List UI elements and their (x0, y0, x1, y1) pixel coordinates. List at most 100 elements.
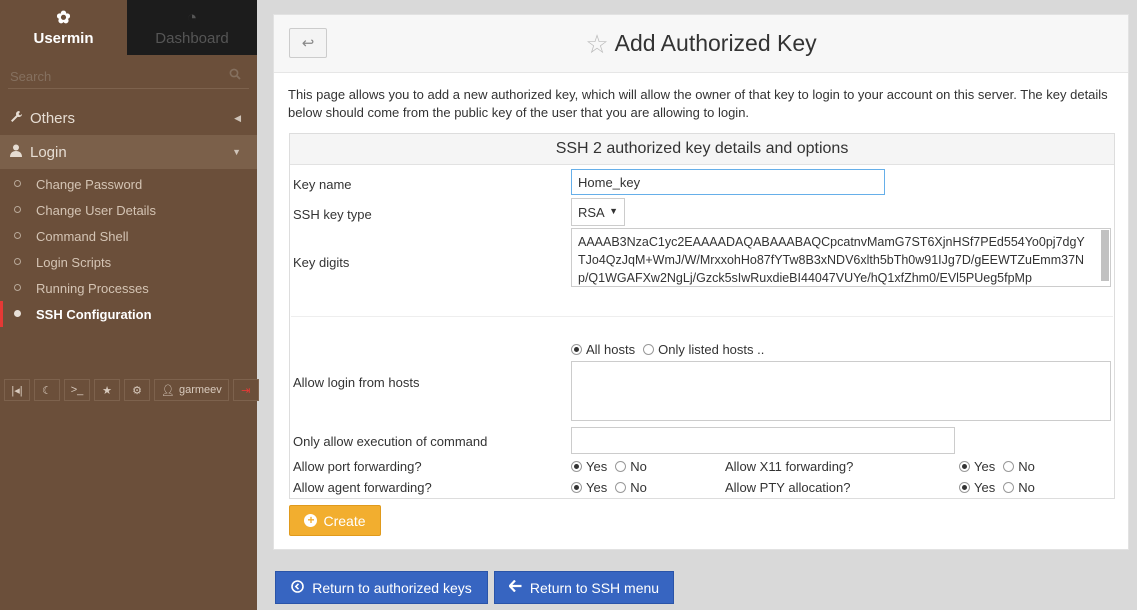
dropdown-arrow-icon: ▼ (609, 206, 618, 216)
arrow-left-icon (508, 579, 522, 595)
divider (291, 316, 1113, 317)
collapse-sidebar-button[interactable]: |◂| (4, 379, 30, 401)
sidebar-item-change-password[interactable]: Change Password (0, 171, 257, 197)
tab-usermin[interactable]: ✿ Usermin (0, 0, 127, 55)
sidebar-item-label: SSH Configuration (36, 306, 152, 322)
sidebar: ✿ Usermin ◔ Dashboard Others ◀ Login ▼ C… (0, 0, 259, 610)
caret-left-icon: ◀ (234, 112, 241, 123)
agent-forwarding-label: Allow agent forwarding? (293, 480, 432, 495)
port-forwarding-label: Allow port forwarding? (293, 459, 422, 474)
x11-forwarding-yes[interactable]: Yes (959, 459, 995, 474)
x11-forwarding-label: Allow X11 forwarding? (725, 459, 854, 474)
command-input[interactable] (571, 427, 955, 454)
sidebar-item-change-user-details[interactable]: Change User Details (0, 197, 257, 223)
sidebar-item-label: Change Password (36, 176, 143, 192)
hosts-textarea[interactable] (571, 361, 1111, 421)
return-to-ssh-menu-button[interactable]: Return to SSH menu (494, 571, 674, 604)
user-icon: 👤︎ (161, 384, 175, 397)
gears-icon: ⚙ (132, 384, 142, 397)
intro-text: This page allows you to add a new author… (288, 87, 1108, 120)
logout-button[interactable]: ⇥ (232, 379, 259, 401)
username: garmeev (178, 384, 222, 396)
sidebar-section-label: Others (30, 109, 76, 127)
dashboard-icon: ◔ (186, 7, 198, 27)
search-input[interactable] (8, 65, 249, 87)
user-icon (10, 144, 30, 160)
search-icon[interactable] (229, 68, 241, 83)
agent-forwarding-yes[interactable]: Yes (571, 480, 607, 495)
collapse-icon: |◂| (11, 384, 23, 397)
night-mode-button[interactable]: ☾ (34, 379, 60, 401)
sidebar-section-label: Login (30, 143, 67, 161)
main-panel: ↩ ☆ Add Authorized Key This page allows y… (273, 14, 1129, 550)
sidebar-section-login[interactable]: Login ▼ (0, 135, 257, 169)
settings-button[interactable]: ⚙ (124, 379, 150, 401)
pty-allocation-label: Allow PTY allocation? (725, 480, 851, 495)
sidebar-item-login-scripts[interactable]: Login Scripts (0, 249, 257, 275)
return-to-authorized-keys-button[interactable]: Return to authorized keys (275, 571, 488, 604)
bullet-icon (14, 310, 21, 317)
create-button[interactable]: + Create (289, 505, 381, 536)
page-title: ☆ Add Authorized Key (274, 29, 1128, 60)
sidebar-item-label: Login Scripts (36, 254, 112, 270)
sidebar-item-running-processes[interactable]: Running Processes (0, 275, 257, 301)
bullet-icon (14, 232, 21, 239)
radio-all-hosts[interactable]: All hosts (571, 342, 635, 357)
sidebar-item-label: Command Shell (36, 228, 129, 244)
sidebar-item-ssh-configuration[interactable]: SSH Configuration (0, 301, 257, 327)
key-name-input[interactable]: Home_key (571, 169, 885, 195)
key-digits-textarea[interactable]: AAAAB3NzaC1yc2EAAAADAQABAAABAQCpcatnvMam… (571, 228, 1111, 287)
bullet-icon (14, 258, 21, 265)
terminal-icon: >_ (70, 384, 84, 396)
moon-icon: ☾ (42, 384, 52, 397)
user-button[interactable]: 👤︎ garmeev (154, 379, 229, 401)
usermin-logo-icon: ✿ (56, 7, 71, 27)
sidebar-search (8, 65, 249, 89)
x11-forwarding-radios: Yes No (959, 459, 1035, 474)
tab-usermin-label: Usermin (33, 29, 94, 47)
return-to-authorized-keys-label: Return to authorized keys (312, 579, 472, 596)
wrench-icon (10, 110, 30, 126)
panel-header: ↩ ☆ Add Authorized Key (274, 15, 1128, 73)
sidebar-tabs: ✿ Usermin ◔ Dashboard (0, 0, 257, 55)
terminal-button[interactable]: >_ (64, 379, 90, 401)
agent-forwarding-no[interactable]: No (615, 480, 647, 495)
hosts-radio-group: All hosts Only listed hosts .. (571, 342, 764, 357)
key-type-value: RSA (578, 205, 605, 220)
star-icon[interactable]: ☆ (585, 29, 608, 59)
bullet-icon (14, 206, 21, 213)
caret-down-icon: ▼ (232, 147, 241, 157)
star-icon: ★ (102, 384, 112, 397)
agent-forwarding-radios: Yes No (571, 480, 647, 495)
sidebar-item-label: Running Processes (36, 280, 149, 296)
bullet-icon (14, 284, 21, 291)
port-forwarding-no[interactable]: No (615, 459, 647, 474)
command-label: Only allow execution of command (293, 434, 488, 449)
key-name-label: Key name (293, 177, 352, 192)
form-heading: SSH 2 authorized key details and options (290, 134, 1114, 165)
return-to-ssh-menu-label: Return to SSH menu (529, 579, 660, 596)
port-forwarding-radios: Yes No (571, 459, 647, 474)
tab-dashboard[interactable]: ◔ Dashboard (127, 0, 257, 55)
port-forwarding-yes[interactable]: Yes (571, 459, 607, 474)
radio-only-listed-hosts[interactable]: Only listed hosts .. (643, 342, 764, 357)
key-details-form: SSH 2 authorized key details and options… (289, 133, 1115, 499)
scrollbar[interactable] (1101, 230, 1109, 281)
hosts-label: Allow login from hosts (293, 375, 420, 390)
favorites-button[interactable]: ★ (94, 379, 120, 401)
sidebar-item-label: Change User Details (36, 202, 156, 218)
bullet-icon (14, 180, 21, 187)
pty-allocation-radios: Yes No (959, 480, 1035, 495)
key-type-select[interactable]: RSA ▼ (571, 198, 625, 226)
page-title-text: Add Authorized Key (614, 30, 817, 56)
tab-dashboard-label: Dashboard (155, 29, 229, 47)
sidebar-items: Change Password Change User Details Comm… (0, 171, 257, 327)
pty-allocation-yes[interactable]: Yes (959, 480, 995, 495)
pty-allocation-no[interactable]: No (1003, 480, 1035, 495)
create-button-label: Create (323, 512, 366, 529)
sidebar-item-command-shell[interactable]: Command Shell (0, 223, 257, 249)
key-digits-value: AAAAB3NzaC1yc2EAAAADAQABAAABAQCpcatnvMam… (578, 235, 1085, 285)
sidebar-section-others[interactable]: Others ◀ (0, 101, 257, 135)
x11-forwarding-no[interactable]: No (1003, 459, 1035, 474)
sidebar-toolbar: |◂| ☾ >_ ★ ⚙ 👤︎ garmeev ⇥ (4, 379, 259, 401)
